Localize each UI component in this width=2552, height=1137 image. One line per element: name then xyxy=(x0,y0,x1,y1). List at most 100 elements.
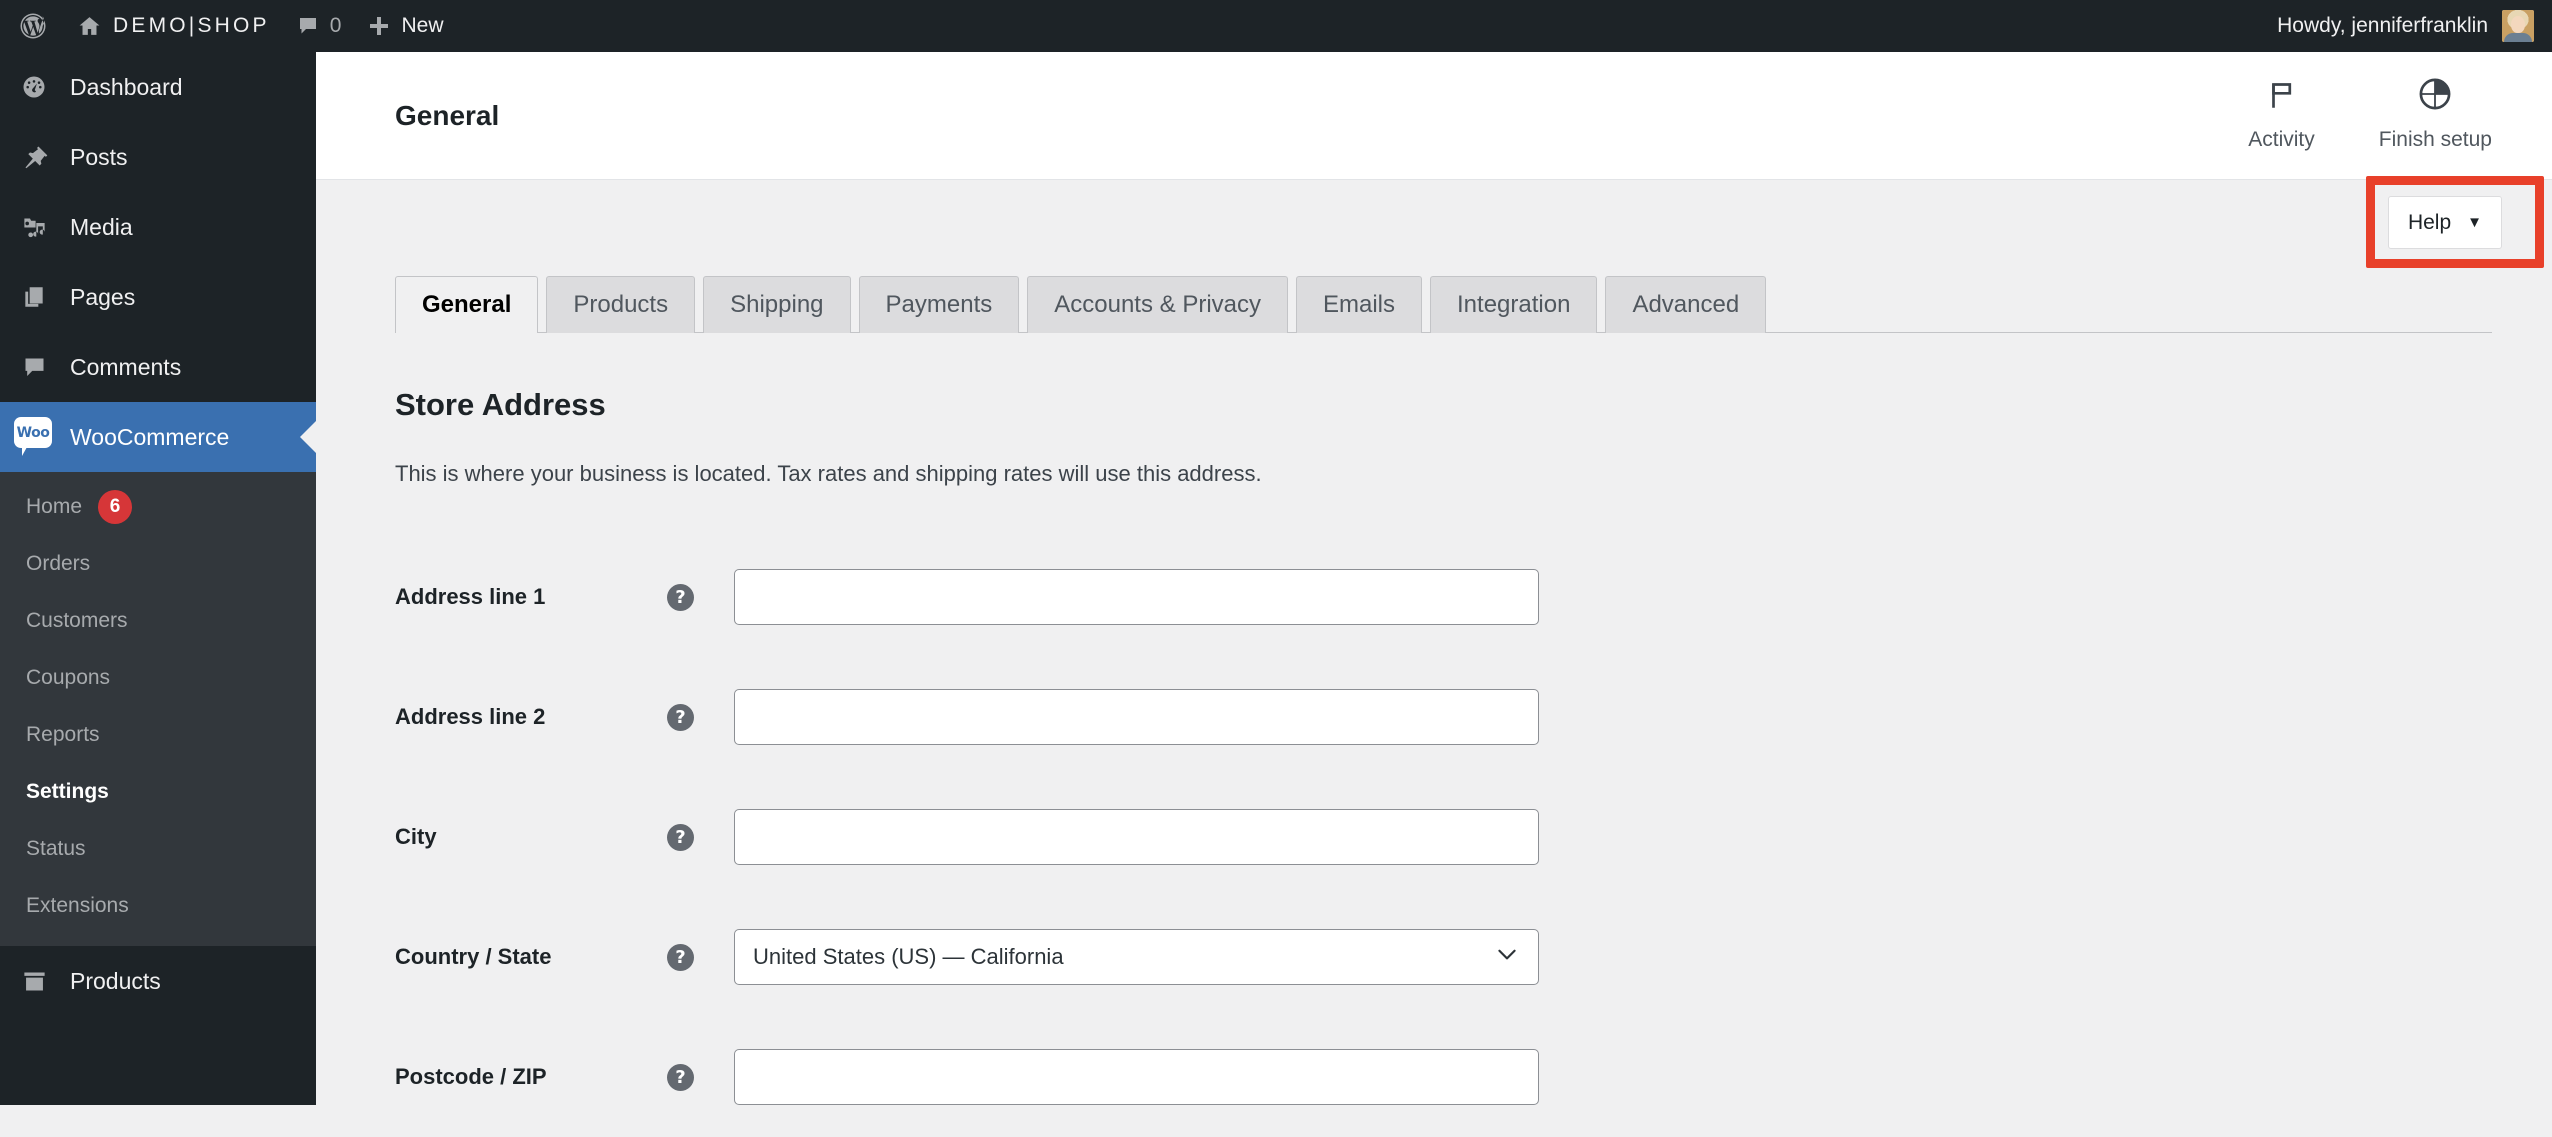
tab-label: Products xyxy=(573,291,669,318)
dashboard-gauge-icon xyxy=(14,67,54,107)
help-tip-icon[interactable]: ? xyxy=(667,583,694,611)
field-row-address-line-1: Address line 1 ? xyxy=(395,537,2552,657)
sidebar-item-posts[interactable]: Posts xyxy=(0,122,316,192)
tab-label: Shipping xyxy=(730,291,824,318)
chevron-down-icon: ▼ xyxy=(2467,214,2482,231)
country-state-value: United States (US) — California xyxy=(753,944,1064,969)
activity-label: Activity xyxy=(2248,127,2315,151)
help-tip-icon[interactable]: ? xyxy=(667,703,694,731)
sidebar-subitem-settings[interactable]: Settings xyxy=(0,763,316,820)
finish-setup-label: Finish setup xyxy=(2378,127,2492,151)
account-greeting: Howdy, jenniferfranklin xyxy=(2277,14,2488,37)
comment-bubble-icon xyxy=(296,14,320,38)
admin-sidebar: Dashboard Posts Media Pages Comments Woo… xyxy=(0,52,316,1105)
new-content-button[interactable]: New xyxy=(354,0,456,52)
woocommerce-submenu: Home 6 Orders Customers Coupons Reports … xyxy=(0,472,316,946)
sidebar-subitem-status[interactable]: Status xyxy=(0,820,316,877)
sidebar-item-products[interactable]: Products xyxy=(0,946,316,1016)
sidebar-subitem-label: Coupons xyxy=(26,665,111,689)
tab-shipping[interactable]: Shipping xyxy=(703,276,851,333)
flag-icon xyxy=(2265,78,2299,118)
site-name-label: DEMO|SHOP xyxy=(113,14,270,37)
field-row-postcode-zip: Postcode / ZIP ? xyxy=(395,1017,2552,1137)
sidebar-subitem-home[interactable]: Home 6 xyxy=(0,478,316,535)
help-tip-icon[interactable]: ? xyxy=(667,823,694,851)
tab-label: Integration xyxy=(1457,291,1571,318)
field-row-city: City ? xyxy=(395,777,2552,897)
help-tip-icon[interactable]: ? xyxy=(667,1063,694,1091)
sidebar-subitem-extensions[interactable]: Extensions xyxy=(0,877,316,934)
tab-emails[interactable]: Emails xyxy=(1296,276,1423,333)
field-label: Address line 2 xyxy=(395,704,546,729)
help-label: Help xyxy=(2407,210,2452,234)
chevron-down-icon xyxy=(1494,941,1520,973)
pie-progress-icon xyxy=(2417,76,2453,118)
tab-general[interactable]: General xyxy=(395,276,539,333)
store-address-form: Address line 1 ? Address line 2 ? City ?… xyxy=(395,537,2552,1137)
field-row-address-line-2: Address line 2 ? xyxy=(395,657,2552,777)
field-label: Postcode / ZIP xyxy=(395,1064,547,1089)
sidebar-subitem-customers[interactable]: Customers xyxy=(0,592,316,649)
sidebar-item-comments[interactable]: Comments xyxy=(0,332,316,402)
wordpress-logo-icon xyxy=(18,11,48,41)
woocommerce-logo-text: Woo xyxy=(14,417,52,448)
tab-label: Payments xyxy=(885,291,993,318)
field-label: City xyxy=(395,824,437,849)
tab-label: General xyxy=(422,291,512,318)
sidebar-subitem-reports[interactable]: Reports xyxy=(0,706,316,763)
comments-count: 0 xyxy=(329,14,342,37)
sidebar-subitem-label: Settings xyxy=(26,779,109,803)
tab-label: Advanced xyxy=(1632,291,1740,318)
address-line-2-input[interactable] xyxy=(734,689,1539,745)
main-content: General Activity Finish setup Help ▼ Gen… xyxy=(316,52,2552,1105)
help-tip-icon[interactable]: ? xyxy=(667,943,694,971)
sidebar-subitem-label: Orders xyxy=(26,551,91,575)
tab-products[interactable]: Products xyxy=(546,276,696,333)
address-line-1-input[interactable] xyxy=(734,569,1539,625)
woocommerce-logo-icon: Woo xyxy=(14,417,54,457)
help-button[interactable]: Help ▼ xyxy=(2387,196,2502,249)
help-area: Help ▼ xyxy=(2365,176,2544,268)
sidebar-subitem-label: Reports xyxy=(26,722,100,746)
activity-button[interactable]: Activity xyxy=(2248,78,2315,152)
comment-bubble-icon xyxy=(14,347,54,387)
field-row-country-state: Country / State ? United States (US) — C… xyxy=(395,897,2552,1017)
settings-body: Help ▼ General Products Shipping Payment… xyxy=(316,176,2552,1105)
sidebar-subitem-coupons[interactable]: Coupons xyxy=(0,649,316,706)
sidebar-item-label: Dashboard xyxy=(70,73,183,100)
tab-label: Accounts & Privacy xyxy=(1054,291,1261,318)
new-label: New xyxy=(401,14,444,37)
sidebar-item-woocommerce[interactable]: Woo WooCommerce xyxy=(0,402,316,472)
tab-accounts-privacy[interactable]: Accounts & Privacy xyxy=(1027,276,1288,333)
sidebar-item-label: WooCommerce xyxy=(70,423,230,450)
country-state-select[interactable]: United States (US) — California xyxy=(734,929,1539,985)
tab-integration[interactable]: Integration xyxy=(1430,276,1598,333)
field-label: Address line 1 xyxy=(395,584,546,609)
tab-payments[interactable]: Payments xyxy=(858,276,1020,333)
products-box-icon xyxy=(14,961,54,1001)
wordpress-logo-button[interactable] xyxy=(0,0,64,52)
sidebar-subitem-orders[interactable]: Orders xyxy=(0,535,316,592)
finish-setup-button[interactable]: Finish setup xyxy=(2379,76,2492,152)
sidebar-item-label: Products xyxy=(70,967,161,994)
home-icon xyxy=(77,14,102,39)
sidebar-item-media[interactable]: Media xyxy=(0,192,316,262)
home-badge-count: 6 xyxy=(98,489,133,524)
tab-advanced[interactable]: Advanced xyxy=(1605,276,1767,333)
site-name-button[interactable]: DEMO|SHOP xyxy=(64,0,283,52)
postcode-zip-input[interactable] xyxy=(734,1049,1539,1105)
account-menu[interactable]: Howdy, jenniferfranklin xyxy=(2277,10,2552,42)
pages-icon xyxy=(14,277,54,317)
sidebar-item-dashboard[interactable]: Dashboard xyxy=(0,52,316,122)
sidebar-item-pages[interactable]: Pages xyxy=(0,262,316,332)
sidebar-subitem-label: Customers xyxy=(26,608,128,632)
pin-icon xyxy=(14,137,54,177)
tab-label: Emails xyxy=(1323,291,1396,318)
header-actions: Activity Finish setup xyxy=(2248,76,2552,156)
city-input[interactable] xyxy=(734,809,1539,865)
sidebar-item-label: Comments xyxy=(70,353,182,380)
sidebar-item-label: Pages xyxy=(70,283,136,310)
media-camera-music-icon xyxy=(14,207,54,247)
comments-button[interactable]: 0 xyxy=(283,0,355,52)
avatar xyxy=(2502,10,2534,42)
